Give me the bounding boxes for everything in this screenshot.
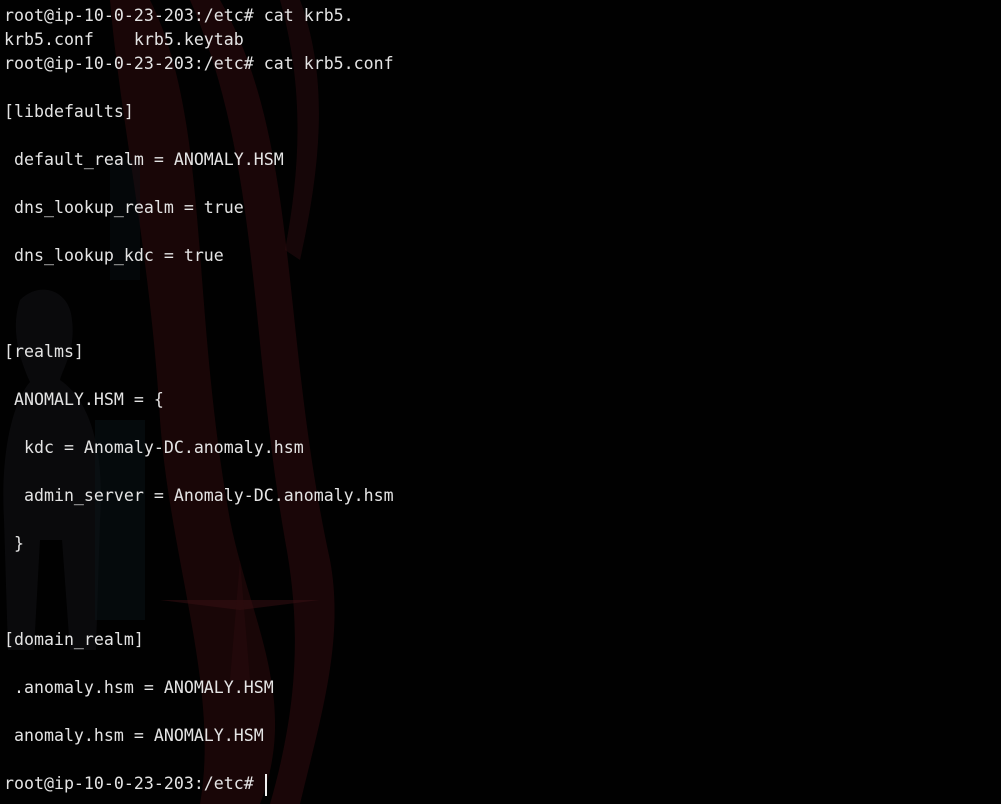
terminal-line: [domain_realm] <box>4 630 144 649</box>
terminal-line: [libdefaults] <box>4 102 134 121</box>
prompt-line[interactable]: root@ip-10-0-23-203:/etc# <box>4 772 394 796</box>
terminal-line: dns_lookup_kdc = true <box>4 246 224 265</box>
terminal-line: [realms] <box>4 342 84 361</box>
terminal-output: root@ip-10-0-23-203:/etc# cat krb5. krb5… <box>4 4 394 796</box>
terminal-line: dns_lookup_realm = true <box>4 198 244 217</box>
terminal-line: root@ip-10-0-23-203:/etc# cat krb5.conf <box>4 54 394 73</box>
terminal-line: admin_server = Anomaly-DC.anomaly.hsm <box>4 486 394 505</box>
terminal-window[interactable]: root@ip-10-0-23-203:/etc# cat krb5. krb5… <box>0 0 1001 804</box>
terminal-line: kdc = Anomaly-DC.anomaly.hsm <box>4 438 304 457</box>
terminal-line: krb5.conf krb5.keytab <box>4 30 244 49</box>
terminal-line: anomaly.hsm = ANOMALY.HSM <box>4 726 264 745</box>
text-cursor <box>264 773 267 796</box>
terminal-line: root@ip-10-0-23-203:/etc# cat krb5. <box>4 6 354 25</box>
terminal-line: default_realm = ANOMALY.HSM <box>4 150 284 169</box>
terminal-line: ANOMALY.HSM = { <box>4 390 164 409</box>
shell-prompt: root@ip-10-0-23-203:/etc# <box>4 774 264 793</box>
terminal-line: .anomaly.hsm = ANOMALY.HSM <box>4 678 274 697</box>
terminal-line: } <box>4 534 24 553</box>
